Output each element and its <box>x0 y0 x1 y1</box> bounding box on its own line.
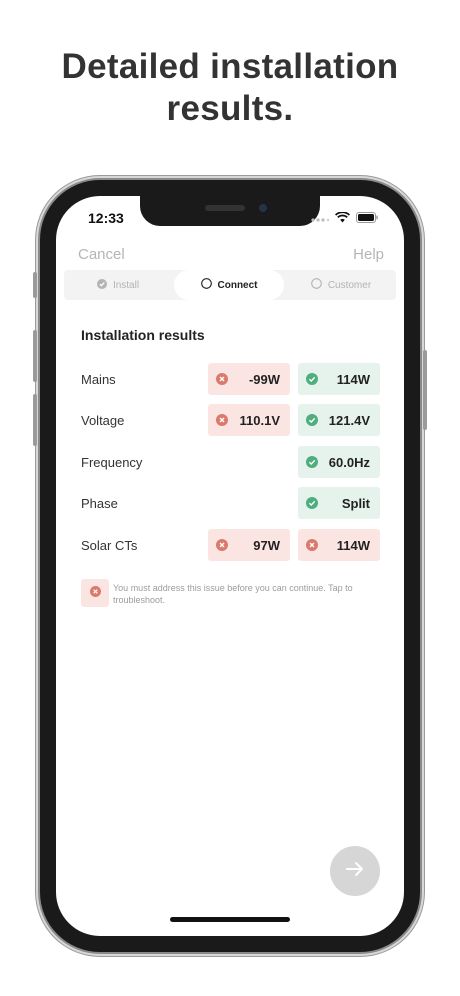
result-row-phase: Phase Split <box>56 487 404 521</box>
marketing-headline: Detailed installation results. <box>0 46 460 130</box>
result-pill-error[interactable]: 110.1V <box>208 404 290 436</box>
home-indicator[interactable] <box>170 917 290 922</box>
step-install-label: Install <box>112 279 140 291</box>
app-screen: 12:33 Cancel Help Install Connect Custom… <box>56 196 404 936</box>
result-value: 121.4V <box>328 412 370 428</box>
result-pill-error[interactable]: -99W <box>208 363 290 395</box>
phone-notch <box>140 196 320 226</box>
row-label: Voltage <box>81 413 125 428</box>
signal-dots-icon <box>311 210 329 228</box>
help-button[interactable]: Help <box>353 246 384 263</box>
result-pill-error[interactable]: 114W <box>298 529 380 561</box>
row-label: Solar CTs <box>81 538 138 553</box>
result-row-voltage[interactable]: Voltage 110.1V 121.4V <box>56 404 404 438</box>
cancel-button[interactable]: Cancel <box>78 246 125 263</box>
notice-icon-box <box>81 579 109 607</box>
result-pill-ok: 121.4V <box>298 404 380 436</box>
error-circle-icon <box>216 539 228 551</box>
result-row-frequency: Frequency 60.0Hz <box>56 446 404 480</box>
row-label: Phase <box>81 496 118 511</box>
check-circle-icon <box>306 373 318 385</box>
volume-down-button <box>33 394 37 446</box>
section-title: Installation results <box>81 327 205 343</box>
result-pill-ok: 114W <box>298 363 380 395</box>
check-circle-icon <box>306 414 318 426</box>
progress-stepper: Install Connect Customer <box>64 270 396 300</box>
step-install[interactable]: Install <box>64 270 172 300</box>
arrow-right-icon <box>345 861 365 882</box>
row-label: Frequency <box>81 455 143 470</box>
result-pill-ok: 60.0Hz <box>298 446 380 478</box>
error-circle-icon <box>306 539 318 551</box>
error-circle-icon <box>216 414 228 426</box>
result-row-solar-cts[interactable]: Solar CTs 97W 114W <box>56 529 404 563</box>
result-value: -99W <box>248 371 280 387</box>
notice-text: You must address this issue before you c… <box>113 583 353 605</box>
headline-line-2: results. <box>166 89 294 128</box>
result-value: 97W <box>253 537 280 553</box>
result-row-mains[interactable]: Mains -99W 114W <box>56 363 404 397</box>
step-connect[interactable]: Connect <box>174 270 284 300</box>
front-camera <box>259 204 267 212</box>
wifi-icon <box>334 210 351 228</box>
circle-outline-icon <box>200 278 212 292</box>
check-circle-icon <box>96 278 107 292</box>
error-circle-icon <box>216 373 228 385</box>
volume-up-button <box>33 330 37 382</box>
power-button <box>423 350 427 430</box>
headline-line-1: Detailed installation <box>61 47 399 86</box>
step-customer-label: Customer <box>327 279 372 291</box>
troubleshoot-notice[interactable]: You must address this issue before you c… <box>81 578 381 608</box>
result-value: 114W <box>336 537 370 553</box>
status-icons <box>311 210 378 228</box>
result-pill-error[interactable]: 97W <box>208 529 290 561</box>
result-value: Split <box>341 495 370 511</box>
battery-icon <box>356 210 378 228</box>
result-value: 110.1V <box>239 412 281 428</box>
next-button[interactable] <box>330 846 380 896</box>
result-pill-ok: Split <box>298 487 380 519</box>
step-customer[interactable]: Customer <box>286 270 396 300</box>
mute-switch <box>33 272 37 298</box>
phone-frame: 12:33 Cancel Help Install Connect Custom… <box>33 180 427 952</box>
result-value: 114W <box>336 371 370 387</box>
row-label: Mains <box>81 372 116 387</box>
check-circle-icon <box>306 497 318 509</box>
result-value: 60.0Hz <box>328 454 370 470</box>
status-time: 12:33 <box>88 210 124 226</box>
speaker-grille <box>205 205 245 211</box>
step-connect-label: Connect <box>217 279 258 291</box>
error-circle-icon <box>89 584 101 602</box>
circle-outline-icon <box>310 278 322 292</box>
check-circle-icon <box>306 456 318 468</box>
